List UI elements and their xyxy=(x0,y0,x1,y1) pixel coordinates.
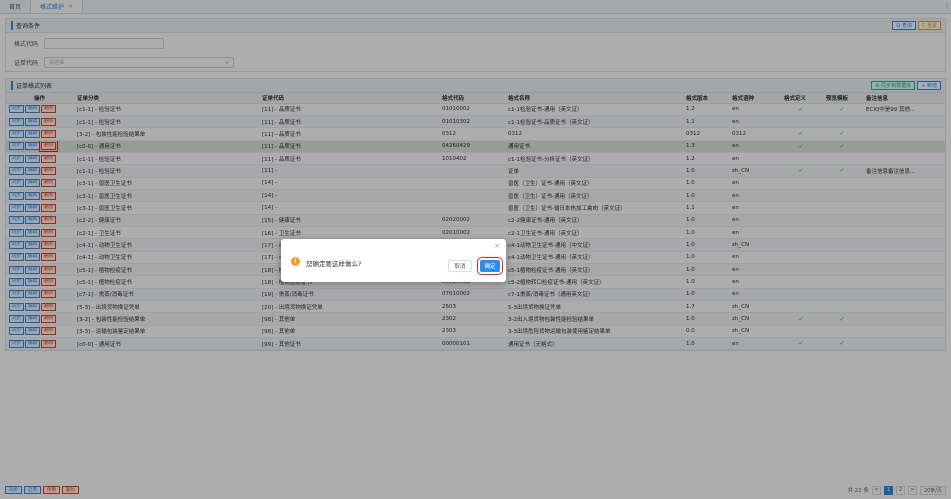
cancel-button[interactable]: 取消 xyxy=(448,260,472,272)
confirm-dialog: × ! 您确定要这样做么? 取消 确定 xyxy=(281,239,506,282)
warning-icon: ! xyxy=(291,257,300,266)
confirm-button[interactable]: 确定 xyxy=(477,257,503,275)
dialog-message: 您确定要这样做么? xyxy=(306,260,362,268)
dialog-close-icon[interactable]: × xyxy=(494,242,500,250)
